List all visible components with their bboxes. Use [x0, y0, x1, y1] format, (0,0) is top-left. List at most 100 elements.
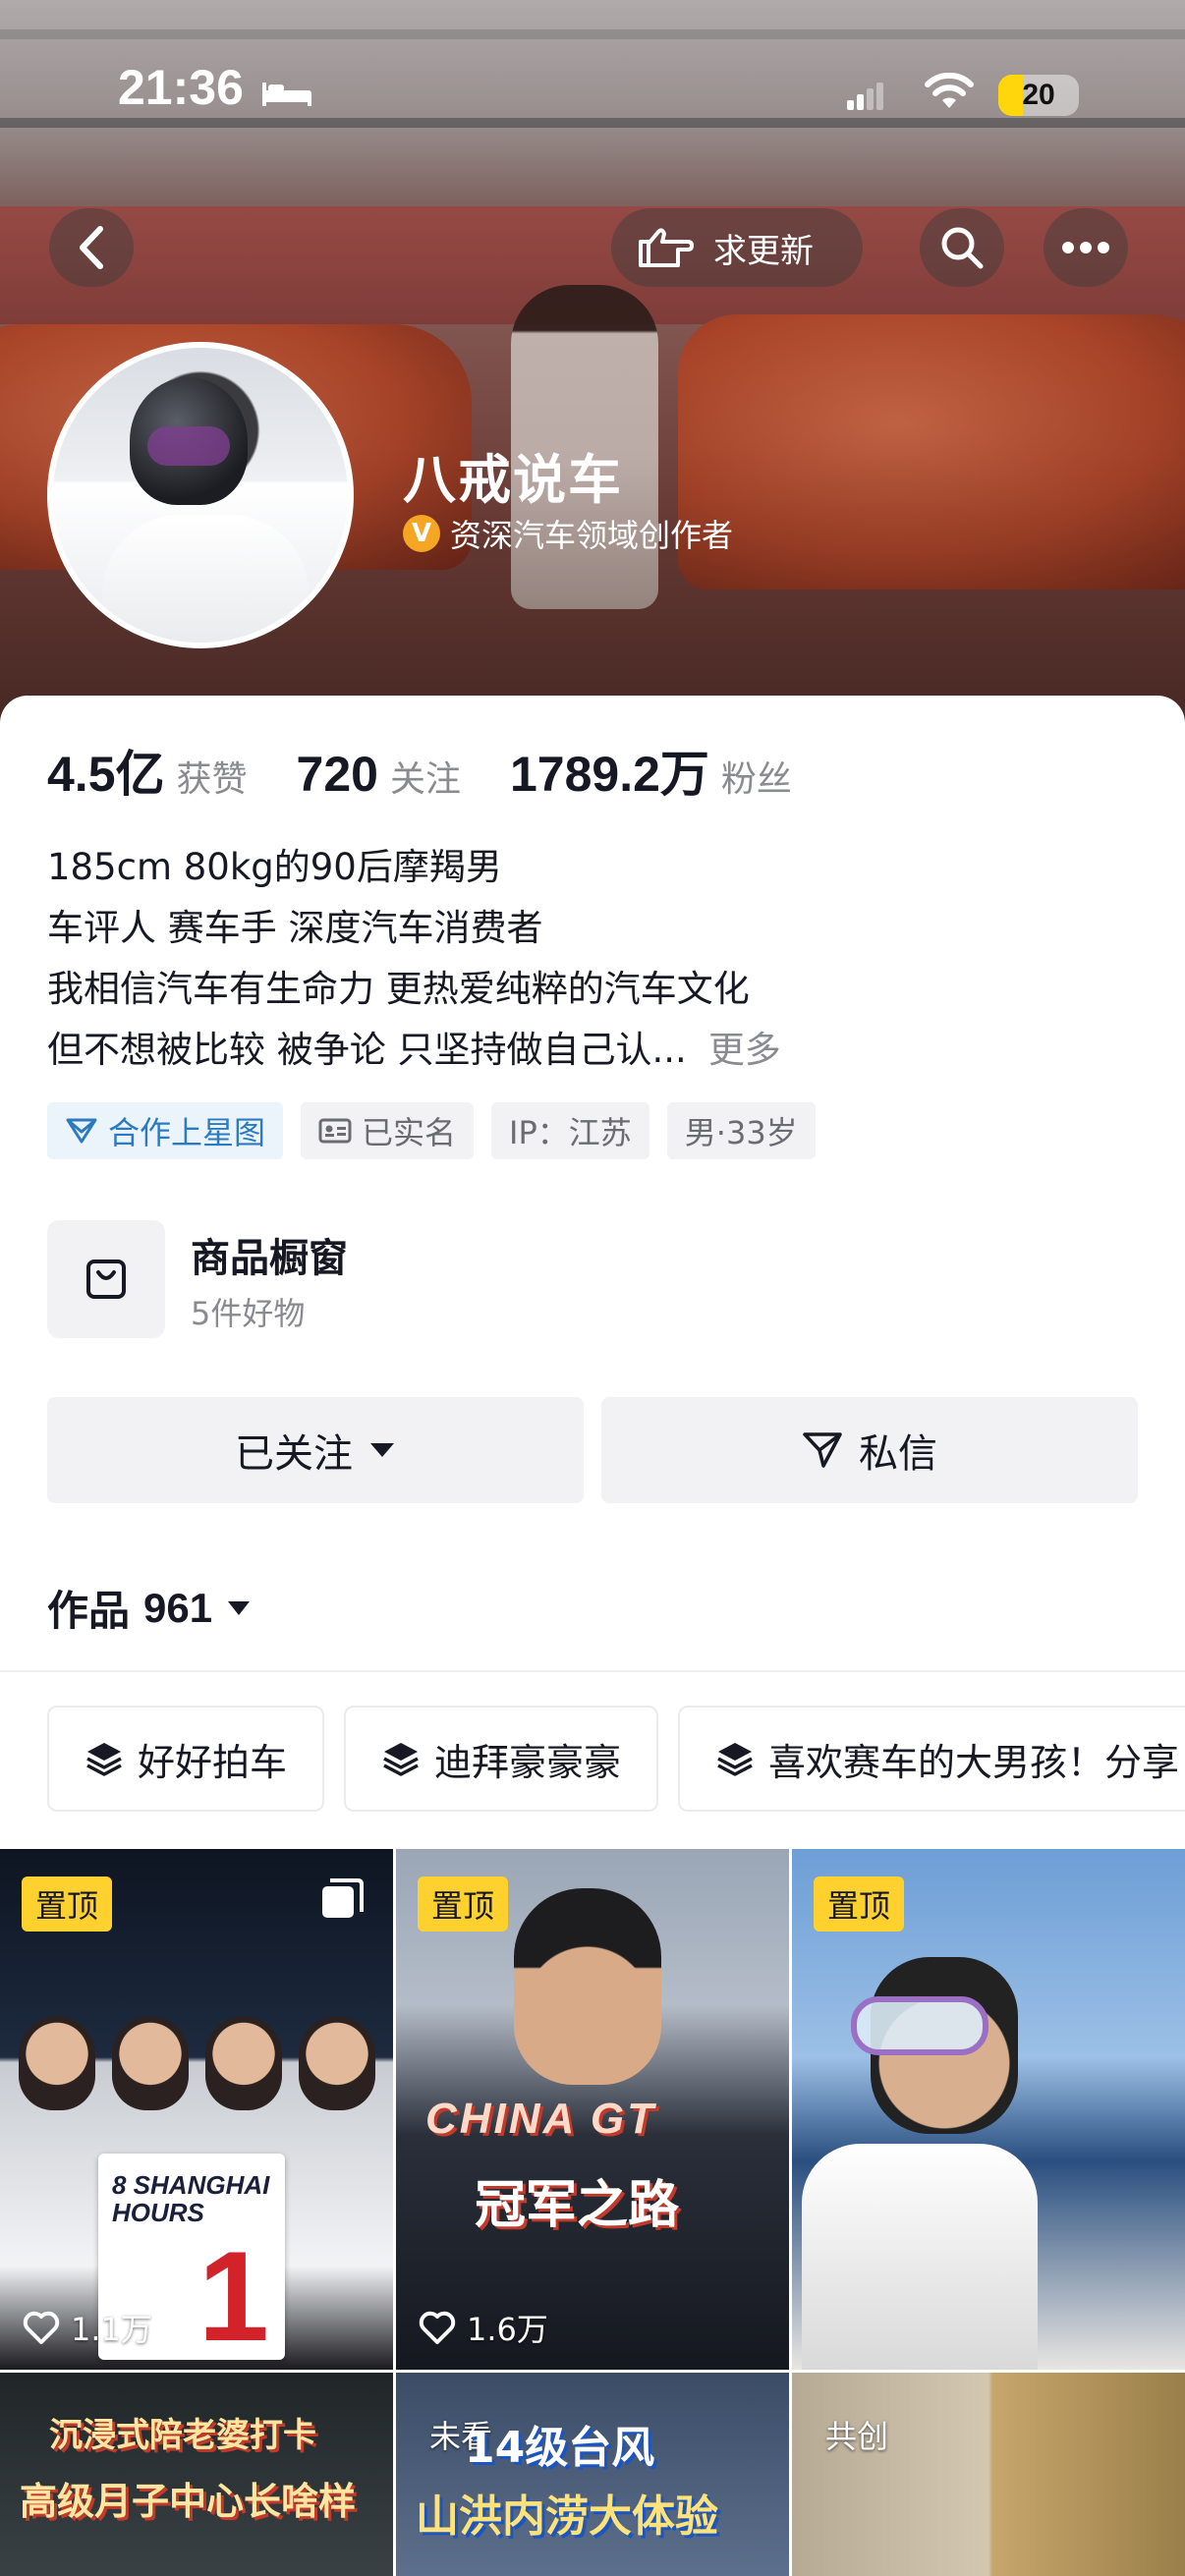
- bio-line-last: 但不想被比较 被争论 只坚持做自己认... 更多: [47, 1020, 1138, 1081]
- video-thumbnail[interactable]: 8 SHANGHAI HOURS 1 置顶 1.1万: [0, 1849, 393, 2370]
- avatar-racing-suit: [102, 515, 309, 643]
- back-arrow-icon: [80, 226, 103, 269]
- collection-label: 好好拍车: [138, 1740, 288, 1784]
- video-title: 14级台风: [465, 2423, 655, 2473]
- face: [111, 2016, 189, 2110]
- back-button[interactable]: [49, 208, 134, 287]
- stack-layers-icon: [86, 1743, 122, 1776]
- collection-chip[interactable]: 喜欢赛车的大男孩！分享: [678, 1706, 1185, 1812]
- tag-verified-identity[interactable]: 已实名: [301, 1102, 475, 1159]
- followed-label: 已关注: [235, 1431, 353, 1477]
- bio-line: 车评人 赛车手 深度汽车消费者: [47, 907, 543, 949]
- avatar-visor: [147, 426, 230, 466]
- status-time: 21:36: [118, 60, 244, 115]
- likes-count: 1.1万: [71, 2311, 152, 2348]
- following-count[interactable]: 720: [297, 746, 378, 803]
- more-dots-icon: [1062, 242, 1109, 253]
- pinned-badge: 置顶: [22, 1876, 113, 1932]
- driver-portrait: [514, 1888, 661, 2085]
- collection-label: 迪拜豪豪豪: [434, 1740, 622, 1784]
- followers-label[interactable]: 粉丝: [721, 751, 792, 802]
- followed-button[interactable]: 已关注: [47, 1397, 584, 1503]
- likes-overlay: 1.1万: [22, 2305, 152, 2350]
- video-title: CHINA GT: [425, 2095, 657, 2143]
- profile-name: 八戒说车: [403, 449, 623, 511]
- tag-label: IP：江苏: [509, 1114, 632, 1151]
- search-button[interactable]: [920, 208, 1004, 287]
- collection-label: 喜欢赛车的大男孩！分享: [768, 1740, 1180, 1784]
- more-button[interactable]: [1044, 208, 1128, 287]
- bio-line-text: 但不想被比较 被争论 只坚持做自己认...: [47, 1029, 687, 1071]
- message-label: 私信: [859, 1431, 937, 1477]
- message-button[interactable]: 私信: [601, 1397, 1138, 1503]
- collections-row: 好好拍车 迪拜豪豪豪 喜欢赛车的大男孩！分享: [47, 1706, 1185, 1812]
- star-map-icon: [66, 1118, 97, 1144]
- request-update-label: 求更新: [713, 231, 814, 271]
- collection-chip[interactable]: 迪拜豪豪豪: [344, 1706, 659, 1812]
- face: [204, 2016, 282, 2110]
- battery-percent: 20: [1022, 79, 1055, 111]
- send-paper-plane-icon: [803, 1432, 842, 1468]
- wifi-icon: [925, 73, 974, 108]
- video-subtitle: 高级月子中心长啥样: [20, 2480, 357, 2523]
- diver-body: [802, 2144, 1038, 2370]
- cellular-signal-icon: [847, 83, 883, 110]
- heart-icon: [23, 2311, 60, 2344]
- stats-row: 4.5亿 获赞 720 关注 1789.2万 粉丝: [47, 735, 841, 806]
- video-title: 沉浸式陪老婆打卡: [49, 2416, 316, 2455]
- bio-more-link[interactable]: 更多: [708, 1029, 781, 1071]
- co-creation-badge: 共创: [825, 2418, 889, 2455]
- diving-mask: [851, 1996, 988, 2055]
- pointing-hand-icon: [639, 228, 694, 267]
- verified-badge-icon: V: [403, 515, 440, 552]
- shop-title: 商品橱窗: [191, 1236, 348, 1281]
- works-tab[interactable]: 作品 961: [47, 1578, 252, 1638]
- tag-ip-location: IP：江苏: [491, 1102, 649, 1159]
- video-thumbnail[interactable]: 共创: [792, 2373, 1185, 2576]
- followers-count[interactable]: 1789.2万: [510, 735, 709, 806]
- tag-label: 已实名: [362, 1114, 457, 1151]
- following-label[interactable]: 关注: [390, 751, 461, 802]
- race-sign-number: 1: [198, 2224, 269, 2368]
- video-subtitle: 冠军之路: [475, 2176, 680, 2235]
- video-subtitle: 山洪内涝大体验: [416, 2492, 718, 2542]
- certification-label: 资深汽车领域创作者: [450, 517, 734, 554]
- bio-line: 185cm 80kg的90后摩羯男: [47, 846, 502, 888]
- face: [298, 2016, 375, 2110]
- sleep-focus-icon: [262, 83, 311, 106]
- video-thumbnail[interactable]: 未看 14级台风 山洪内涝大体验: [396, 2373, 789, 2576]
- shop-window-entry[interactable]: 商品橱窗 5件好物: [47, 1220, 1138, 1338]
- certification-row[interactable]: V 资深汽车领域创作者: [403, 511, 733, 556]
- shopping-bag-icon: [47, 1220, 165, 1338]
- search-icon: [941, 227, 984, 269]
- pinned-badge: 置顶: [418, 1876, 509, 1932]
- video-thumbnail[interactable]: 置顶: [792, 1849, 1185, 2370]
- works-label: 作品: [47, 1587, 131, 1635]
- likes-count: 1.6万: [467, 2311, 548, 2348]
- works-count: 961: [143, 1584, 213, 1631]
- tag-label: 合作上星图: [108, 1114, 266, 1151]
- tag-gender-age: 男·33岁: [666, 1102, 816, 1159]
- id-card-icon: [318, 1118, 352, 1144]
- battery-indicator: 20: [998, 75, 1079, 116]
- tag-star-map[interactable]: 合作上星图: [47, 1102, 284, 1159]
- likes-count[interactable]: 4.5亿: [47, 735, 165, 806]
- stack-layers-icon: [717, 1743, 753, 1776]
- video-grid: 8 SHANGHAI HOURS 1 置顶 1.1万 CHINA GT 冠军之路…: [0, 1849, 1185, 2576]
- caret-down-icon: [228, 1600, 251, 1615]
- tag-label: 男·33岁: [684, 1114, 798, 1151]
- video-thumbnail[interactable]: CHINA GT 冠军之路 置顶 1.6万: [396, 1849, 789, 2370]
- heart-icon: [419, 2311, 456, 2344]
- caret-down-icon: [370, 1443, 394, 1457]
- collection-chip[interactable]: 好好拍车: [47, 1706, 325, 1812]
- status-bar: 21:36 20: [0, 59, 1185, 128]
- request-update-button[interactable]: 求更新: [611, 208, 863, 287]
- team-photo: [10, 2016, 383, 2144]
- likes-label[interactable]: 获赞: [177, 751, 248, 802]
- face: [18, 2016, 95, 2110]
- pinned-badge: 置顶: [814, 1876, 905, 1932]
- bio-line: 我相信汽车有生命力 更热爱纯粹的汽车文化: [47, 968, 750, 1010]
- likes-overlay: 1.6万: [418, 2305, 548, 2350]
- video-thumbnail[interactable]: 沉浸式陪老婆打卡 高级月子中心长啥样: [0, 2373, 393, 2576]
- avatar[interactable]: [47, 342, 354, 648]
